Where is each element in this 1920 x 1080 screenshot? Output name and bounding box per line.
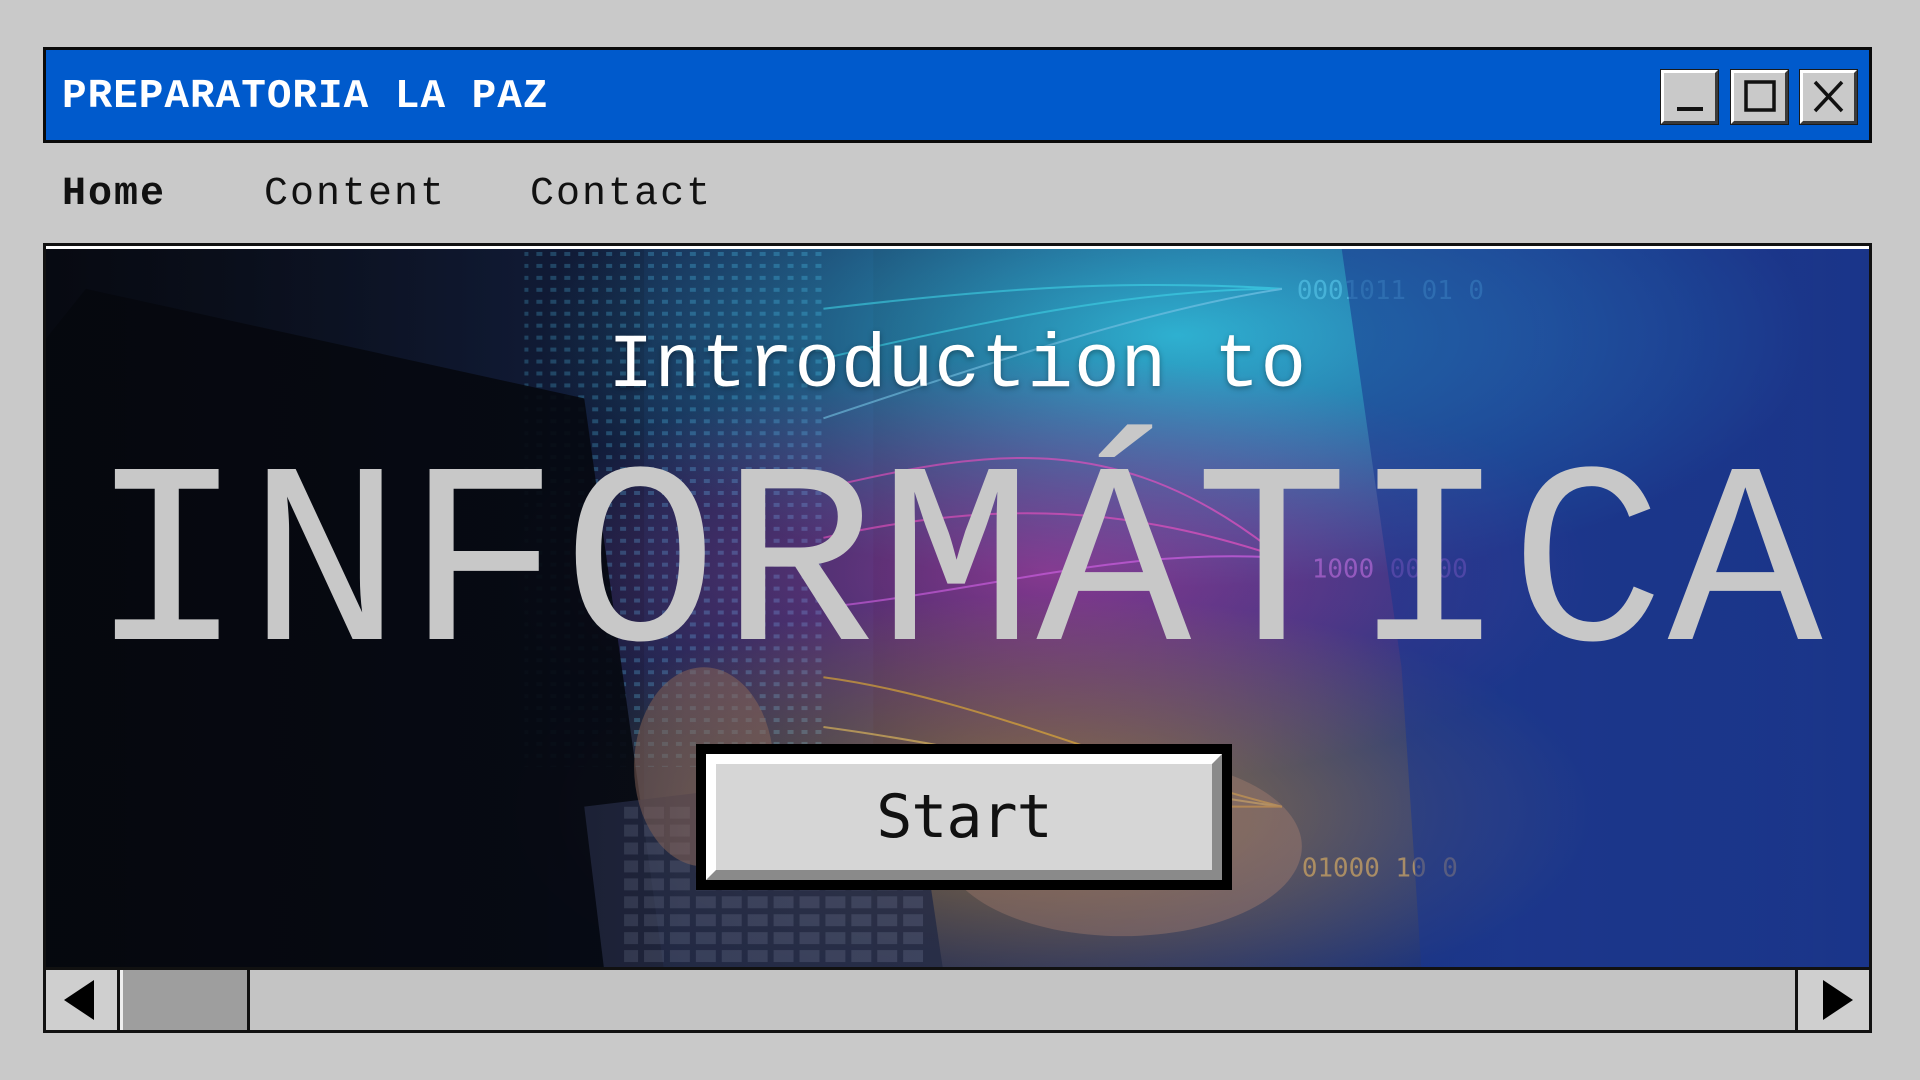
maximize-icon xyxy=(1744,80,1776,112)
minimize-icon xyxy=(1677,107,1703,111)
scrollbar-thumb[interactable] xyxy=(120,970,250,1030)
maximize-button[interactable] xyxy=(1730,69,1789,125)
minimize-button[interactable] xyxy=(1660,69,1719,125)
title-bar: PREPARATORIA LA PAZ xyxy=(43,47,1872,143)
hero-intro-text: Introduction to xyxy=(607,323,1308,409)
menu-item-contact[interactable]: Contact xyxy=(530,170,712,220)
start-button-frame: Start xyxy=(696,744,1232,890)
right-arrow-icon xyxy=(1823,980,1853,1020)
window-title: PREPARATORIA LA PAZ xyxy=(62,74,549,120)
scroll-left-button[interactable] xyxy=(46,970,120,1030)
left-arrow-icon xyxy=(64,980,94,1020)
close-button[interactable] xyxy=(1799,69,1858,125)
close-icon xyxy=(1813,80,1844,113)
horizontal-scrollbar[interactable] xyxy=(43,967,1872,1033)
start-button[interactable]: Start xyxy=(706,754,1222,880)
hero-title: INFORMÁTICA xyxy=(89,425,1826,717)
menu-item-content[interactable]: Content xyxy=(264,170,446,220)
start-button-label: Start xyxy=(876,782,1053,852)
content-viewport: 0001011 01 0 1000 00 00 01000 10 0 Intro… xyxy=(43,243,1872,967)
menu-item-home[interactable]: Home xyxy=(62,170,166,220)
main-menu: Home Content Contact xyxy=(62,170,712,220)
scroll-right-button[interactable] xyxy=(1795,970,1869,1030)
